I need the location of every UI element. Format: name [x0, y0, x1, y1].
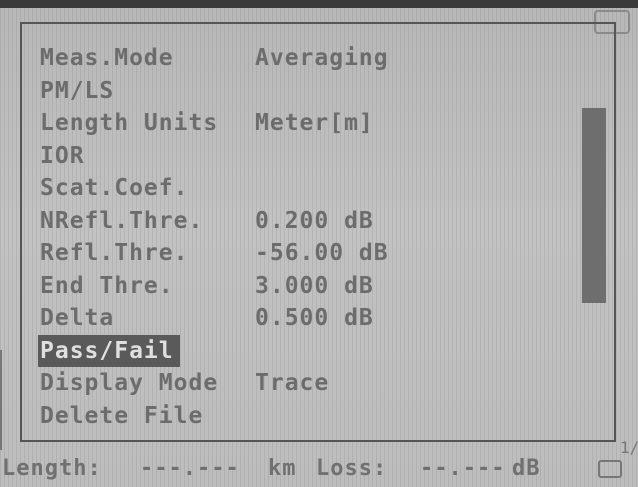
menu-item-label: PM/LS — [40, 77, 115, 104]
menu-item-label: Delta — [40, 305, 115, 331]
status-bar: Length: ---.--- km Loss: --.--- dB — [0, 452, 638, 487]
menu-item-label: NRefl.Thre. — [40, 207, 204, 234]
menu-item-delete-file[interactable]: Delete File — [40, 400, 580, 433]
screen-bezel — [0, 0, 638, 8]
menu-item-value: -56.00 dB — [255, 240, 389, 266]
menu-item-value: Averaging — [255, 45, 389, 71]
page-indicator: 1/2 — [620, 438, 638, 457]
menu-item-label: IOR — [40, 142, 85, 169]
left-edge-marks — [0, 350, 16, 450]
menu-item-pm-ls[interactable]: PM/LS — [40, 75, 580, 108]
menu-item-end-thre[interactable]: End Thre. 3.000 dB — [40, 270, 580, 303]
menu-item-label: End Thre. — [40, 272, 174, 299]
menu-item-delta[interactable]: Delta 0.500 dB — [40, 302, 580, 335]
lcd-screen: Meas.Mode Averaging PM/LS Length Units M… — [0, 0, 638, 487]
menu-item-value: 0.200 dB — [255, 207, 374, 234]
menu-item-display-mode[interactable]: Display Mode Trace — [40, 367, 580, 400]
loss-label: Loss: — [316, 456, 388, 481]
menu-item-scat-coef[interactable]: Scat.Coef. — [40, 172, 580, 205]
menu-item-label: Scat.Coef. — [40, 175, 189, 201]
bottom-corner-button[interactable] — [598, 460, 622, 478]
menu-item-label: Refl.Thre. — [40, 240, 189, 266]
length-label: Length: — [2, 456, 102, 481]
menu-item-label: Pass/Fail — [38, 334, 180, 367]
menu-item-value: Trace — [255, 370, 330, 396]
settings-menu: Meas.Mode Averaging PM/LS Length Units M… — [38, 42, 580, 433]
menu-item-label: Delete File — [40, 402, 204, 429]
menu-item-label: Display Mode — [40, 370, 219, 396]
loss-value: --.--- — [420, 456, 506, 481]
menu-item-refl-thre[interactable]: Refl.Thre. -56.00 dB — [40, 237, 580, 270]
menu-item-value: 0.500 dB — [255, 305, 374, 331]
menu-item-label: Length Units — [40, 110, 219, 136]
menu-item-meas-mode[interactable]: Meas.Mode Averaging — [40, 42, 580, 75]
length-unit: km — [268, 456, 297, 481]
menu-item-pass-fail[interactable]: Pass/Fail — [38, 334, 580, 368]
loss-unit: dB — [512, 456, 541, 481]
menu-item-value: 3.000 dB — [255, 272, 374, 299]
length-value: ---.--- — [140, 456, 240, 481]
menu-item-nrefl-thre[interactable]: NRefl.Thre. 0.200 dB — [40, 205, 580, 238]
menu-item-ior[interactable]: IOR — [40, 140, 580, 173]
menu-item-value: Meter[m] — [255, 110, 374, 136]
menu-scrollbar-thumb[interactable] — [582, 108, 606, 303]
menu-item-label: Meas.Mode — [40, 45, 174, 71]
menu-item-length-units[interactable]: Length Units Meter[m] — [40, 107, 580, 140]
